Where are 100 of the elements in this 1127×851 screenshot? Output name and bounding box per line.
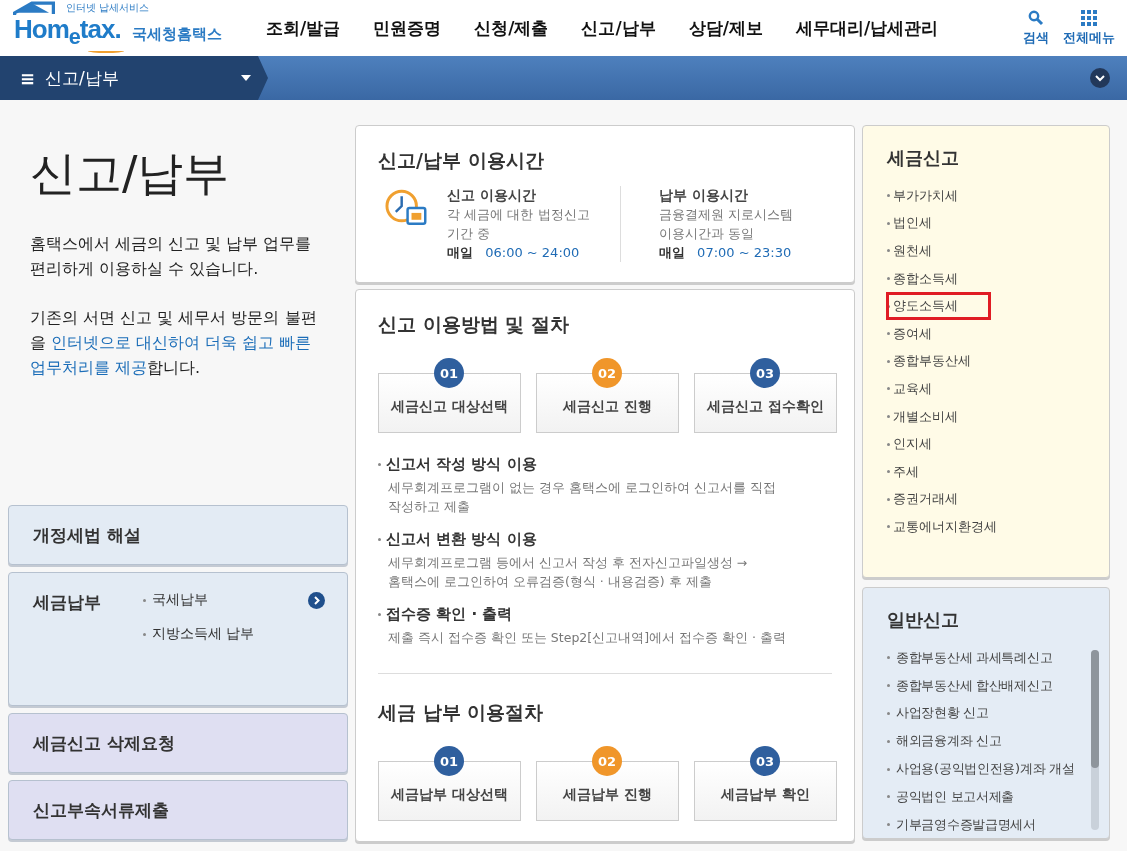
hometax-logo[interactable]: 인터넷 납세서비스 Hom$_{e}$tax. 국세청홈택스 [8, 1, 238, 55]
side-card-link[interactable]: 국세납부 [152, 591, 302, 609]
page-title: 신고/납부 [30, 145, 231, 202]
general-filing-link[interactable]: 종합부동산세 과세특례신고 [896, 648, 1053, 667]
main-menu-item[interactable]: 신고/납부 [581, 16, 656, 40]
general-filing-link[interactable]: 사업용(공익법인전용)계좌 개설 [896, 760, 1075, 779]
search-icon [1028, 9, 1044, 26]
card-title: 신고 이용방법 및 절차 [378, 312, 570, 337]
bullet-icon [887, 767, 890, 771]
method-heading: 접수증 확인 · 출력 [386, 605, 513, 624]
tax-filing-link[interactable]: 법인세 [886, 209, 965, 238]
main-menu-item[interactable]: 조회/발급 [266, 16, 341, 40]
side-card-title: 개정세법 해설 [33, 523, 141, 547]
bullet-icon [887, 194, 890, 198]
step-number: 02 [592, 358, 622, 388]
hours-description: 이용시간과 동일 [659, 225, 756, 243]
bullet-icon [887, 442, 890, 446]
tax-filing-link[interactable]: 원천세 [886, 237, 965, 265]
general-filing-link[interactable]: 종합부동산세 합산배제신고 [896, 676, 1053, 695]
day-label: 매일 [447, 244, 474, 262]
side-card-title: 세금납부 [33, 591, 102, 614]
tax-filing-link[interactable]: 증권거래세 [886, 485, 991, 514]
day-label: 매일 [659, 244, 686, 262]
side-card-title: 신고부속서류제출 [33, 798, 169, 822]
card-title: 신고/납부 이용시간 [378, 148, 545, 173]
side-card[interactable]: 세금신고 삭제요청 [8, 713, 348, 773]
method-description: 세무회계프로그램이 없는 경우 홈택스에 로그인하여 신고서를 직접 작성하고 제출 [388, 479, 777, 516]
card-title: 세금 납부 이용절차 [378, 700, 545, 725]
menu-icon: ≡ [20, 67, 36, 89]
bullet-icon [887, 525, 890, 529]
logo-wordmark: Hom$_{e}$tax. [14, 16, 121, 48]
side-card-link[interactable]: 지방소득세 납부 [152, 625, 302, 643]
bullet-icon [143, 598, 146, 602]
step-number: 01 [434, 358, 464, 388]
intro-paragraph: 기존의 서면 신고 및 세무서 방문의 불편을 인터넷으로 대신하여 더욱 쉽고 빠른 업무처리를 제공합니다. [30, 307, 318, 379]
bullet-icon [378, 538, 381, 541]
hours-heading: 신고 이용시간 [447, 186, 538, 205]
card-title: 세금신고 [887, 146, 960, 170]
bullet-icon [887, 739, 890, 743]
bullet-icon [887, 221, 890, 225]
tax-filing-link[interactable]: 부가가치세 [886, 181, 991, 210]
bullet-icon [887, 712, 890, 715]
bullet-icon [887, 656, 890, 660]
tax-filing-link[interactable]: 종합소득세 [886, 264, 991, 293]
step-number: 03 [750, 358, 780, 388]
time-range: 07:00 ~ 23:30 [697, 244, 792, 262]
bullet-icon [887, 497, 890, 501]
bullet-icon [143, 632, 146, 636]
main-menu-item[interactable]: 민원증명 [373, 16, 442, 40]
tax-filing-link[interactable]: 개별소비세 [886, 402, 991, 431]
side-card[interactable]: 신고부속서류제출 [8, 780, 348, 840]
general-filing-link[interactable]: 기부금영수증발급명세서 [896, 815, 1036, 834]
bullet-icon [378, 613, 381, 616]
tax-filing-link[interactable]: 양도소득세 [886, 292, 991, 321]
card-title: 일반신고 [887, 608, 960, 632]
hours-description: 금융결제원 지로시스템 [659, 206, 795, 224]
main-menu-item[interactable]: 상담/제보 [688, 16, 763, 40]
bullet-icon [378, 463, 381, 466]
hours-description: 각 세금에 대한 법정신고 [447, 206, 591, 224]
arrow-circle-icon[interactable] [308, 591, 325, 609]
tax-filing-link[interactable]: 인지세 [886, 430, 965, 459]
side-card[interactable]: 개정세법 해설 [8, 505, 348, 565]
tax-filing-link[interactable]: 교통에너지환경세 [886, 512, 1030, 541]
bullet-icon [887, 277, 890, 281]
time-range: 06:00 ~ 24:00 [485, 244, 580, 262]
general-filing-link[interactable]: 공익법인 보고서제출 [896, 787, 1015, 806]
general-filing-link[interactable]: 해외금융계좌 신고 [896, 732, 1002, 751]
hours-heading: 납부 이용시간 [659, 186, 749, 205]
bullet-icon [887, 387, 890, 391]
logo-name: 국세청홈택스 [132, 25, 222, 44]
main-menu-item[interactable]: 신청/제출 [474, 16, 549, 40]
step-number: 01 [434, 746, 464, 776]
general-filing-link[interactable]: 사업장현황 신고 [896, 704, 989, 723]
chevron-down-icon[interactable] [1090, 68, 1110, 88]
bullet-icon [887, 823, 890, 827]
side-card[interactable]: 세금납부 국세납부 지방소득세 납부 [8, 572, 348, 706]
bullet-icon [887, 470, 890, 474]
method-heading: 신고서 작성 방식 이용 [386, 455, 537, 474]
section-dropdown[interactable]: ≡ 신고/납부 [0, 56, 268, 100]
clock-calendar-icon [384, 188, 428, 228]
bullet-icon [887, 415, 890, 419]
scrollbar-thumb[interactable] [1091, 650, 1099, 768]
main-menu-item[interactable]: 세무대리/납세관리 [795, 16, 939, 40]
bullet-icon [887, 332, 890, 336]
logo-tagline: 인터넷 납세서비스 [66, 1, 150, 15]
hours-description: 기간 중 [447, 225, 492, 243]
bullet-icon [887, 359, 890, 363]
step-number: 02 [592, 746, 622, 776]
all-menu-button[interactable]: 전체메뉴 [1063, 9, 1115, 47]
method-heading: 신고서 변환 방식 이용 [386, 530, 537, 549]
scrollbar[interactable] [1091, 650, 1099, 830]
caret-icon [241, 75, 252, 81]
section-label: 신고/납부 [45, 66, 120, 90]
search-button[interactable]: 검색 [1023, 9, 1049, 47]
tax-filing-link[interactable]: 종합부동산세 [886, 347, 1004, 376]
tax-filing-link[interactable]: 교육세 [886, 374, 965, 403]
intro-paragraph: 홈택스에서 세금의 신고 및 납부 업무를 편리하게 이용하실 수 있습니다. [30, 233, 313, 280]
tax-filing-link[interactable]: 주세 [886, 457, 952, 486]
tax-filing-link[interactable]: 증여세 [886, 319, 965, 348]
side-card-title: 세금신고 삭제요청 [33, 731, 175, 755]
